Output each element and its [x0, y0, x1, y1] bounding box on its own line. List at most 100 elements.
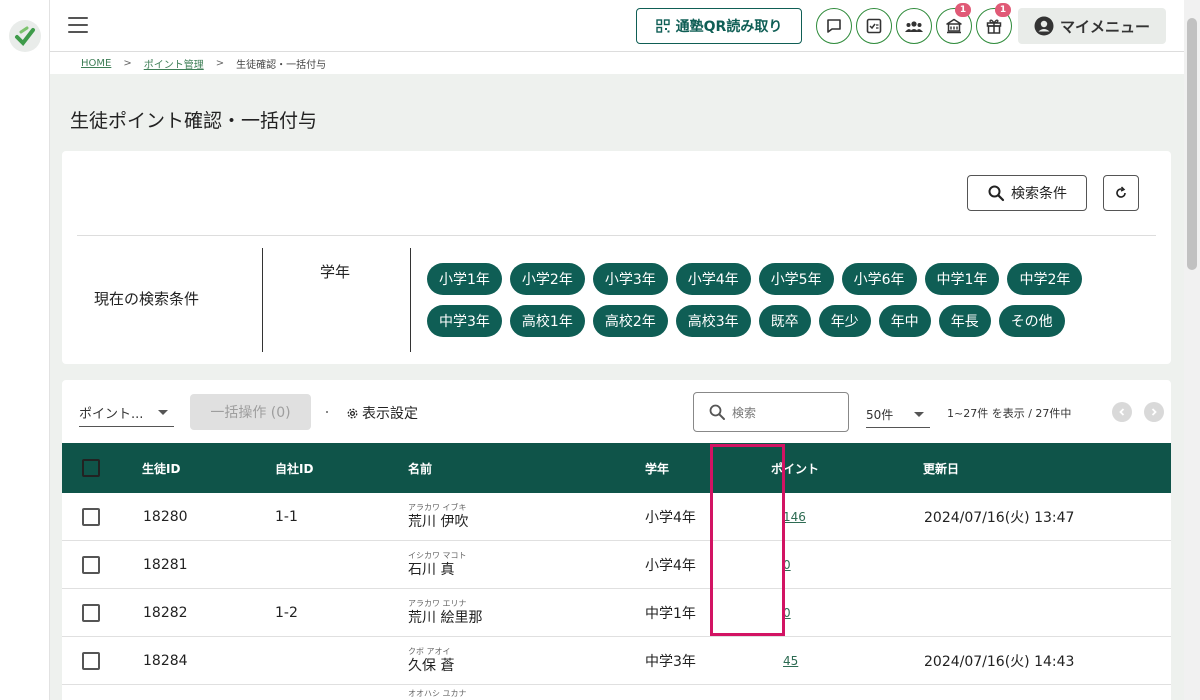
prev-page-button[interactable]	[1112, 402, 1132, 422]
checklist-button[interactable]	[856, 8, 892, 44]
breadcrumb: HOME > ポイント管理 > 生徒確認・一括付与	[50, 52, 1184, 74]
grade-chip[interactable]: 年長	[938, 305, 991, 337]
left-rail	[0, 0, 50, 700]
grade-chip[interactable]: 小学3年	[592, 263, 668, 295]
grade-chip[interactable]: 中学1年	[924, 263, 1000, 295]
grade-chip[interactable]: 中学2年	[1007, 263, 1083, 295]
table-row[interactable]: 18282 1-2 アラカワ エリナ 荒川 絵里那 中学1年 0	[62, 589, 1171, 637]
column-header-name[interactable]: 名前	[408, 443, 432, 493]
table-row[interactable]: 18280 1-1 アラカワ イブキ 荒川 伊吹 小学4年 146 2024/0…	[62, 493, 1171, 541]
divider	[262, 248, 263, 352]
grade-chip[interactable]: 年中	[878, 305, 931, 337]
grade-chip[interactable]: 小学5年	[758, 263, 834, 295]
breadcrumb-home-link[interactable]: HOME	[81, 58, 111, 69]
bulk-action-button[interactable]: 一括操作 (0)	[190, 394, 311, 430]
group-button[interactable]	[896, 8, 932, 44]
message-button[interactable]	[816, 8, 852, 44]
row-checkbox[interactable]	[82, 652, 100, 670]
menu-icon[interactable]	[68, 17, 88, 33]
search-icon	[709, 404, 725, 420]
grade-chip[interactable]: 高校2年	[592, 305, 668, 337]
search-conditions-button[interactable]: 検索条件	[967, 175, 1087, 211]
search-placeholder: 検索	[732, 405, 757, 420]
grade-chips: 小学1年 小学2年 小学3年 小学4年 小学5年 小学6年 中学1年 中学2年 …	[427, 263, 1107, 337]
student-grade: 小学4年	[645, 558, 696, 574]
my-menu-button[interactable]: マイメニュー	[1018, 8, 1166, 44]
grade-chip[interactable]: 小学2年	[509, 263, 585, 295]
breadcrumb-point-mgmt-link[interactable]: ポイント管理	[144, 56, 204, 71]
sort-select-value: ポイント...	[79, 407, 144, 422]
reset-button[interactable]	[1103, 175, 1139, 211]
points-link[interactable]: 45	[783, 654, 798, 668]
table-header: 生徒ID 自社ID 名前 学年 ポイント 更新日	[62, 443, 1171, 493]
student-name: アラカワ イブキ 荒川 伊吹	[408, 493, 468, 541]
qr-read-label: 通塾QR読み取り	[675, 19, 783, 35]
student-grade: 中学3年	[645, 654, 696, 670]
student-name: クボ アオイ 久保 蒼	[408, 637, 454, 685]
checklist-icon	[866, 18, 882, 34]
per-page-select[interactable]: 50件	[866, 402, 930, 428]
student-name-kana: アラカワ イブキ	[408, 503, 467, 512]
points-link[interactable]: 146	[783, 510, 806, 524]
student-id: 18284	[143, 653, 188, 669]
search-input[interactable]: 検索	[693, 392, 849, 432]
sort-select[interactable]: ポイント...	[79, 399, 174, 427]
grade-chip[interactable]: その他	[998, 305, 1065, 337]
school-icon	[946, 18, 962, 34]
student-name-kanji: 久保 蒼	[408, 658, 455, 674]
table-row[interactable]: 18284 クボ アオイ 久保 蒼 中学3年 45 2024/07/16(火) …	[62, 637, 1171, 685]
grade-chip[interactable]: 高校1年	[509, 305, 585, 337]
column-header-updated[interactable]: 更新日	[923, 443, 959, 493]
breadcrumb-separator: >	[123, 57, 132, 69]
grade-chip[interactable]: 小学6年	[841, 263, 917, 295]
student-name-kanji: 石川 真	[408, 562, 455, 578]
per-page-value: 50件	[866, 408, 894, 422]
scrollbar-thumb[interactable]	[1187, 18, 1197, 270]
select-all-checkbox[interactable]	[82, 459, 100, 477]
separator-dot	[326, 411, 328, 413]
qr-read-button[interactable]: 通塾QR読み取り	[636, 8, 802, 44]
points-link[interactable]: 0	[783, 606, 791, 620]
student-id: 18281	[143, 557, 188, 573]
school-button[interactable]: 1	[936, 3, 972, 44]
grade-chip[interactable]: 年少	[818, 305, 871, 337]
student-name-kana: アラカワ エリナ	[408, 599, 467, 608]
app-logo-icon[interactable]	[9, 20, 41, 52]
grade-chip[interactable]: 既卒	[758, 305, 811, 337]
grade-chip[interactable]: 小学1年	[427, 263, 502, 295]
school-badge: 1	[955, 3, 971, 17]
row-checkbox[interactable]	[82, 604, 100, 622]
student-id: 18282	[143, 605, 188, 621]
student-name: アラカワ エリナ 荒川 絵里那	[408, 589, 482, 637]
top-header: 通塾QR読み取り 1 1 マイメニュー	[50, 0, 1184, 52]
student-grade: 中学1年	[645, 606, 696, 622]
search-icon	[988, 185, 1005, 202]
grade-chip[interactable]: 小学4年	[675, 263, 751, 295]
gift-button[interactable]: 1	[976, 3, 1012, 44]
row-checkbox[interactable]	[82, 508, 100, 526]
grade-chip[interactable]: 高校3年	[675, 305, 751, 337]
divider	[77, 235, 1156, 236]
points-link[interactable]: 0	[783, 558, 791, 572]
next-page-button[interactable]	[1144, 402, 1164, 422]
page-scrollbar[interactable]	[1184, 0, 1200, 700]
page-title: 生徒ポイント確認・一括付与	[70, 110, 318, 132]
search-conditions-card: 検索条件 現在の検索条件 学年 小学1年 小学2年 小学3年 小学4年 小学5年…	[62, 151, 1171, 364]
company-id: 1-1	[275, 509, 298, 525]
gift-badge: 1	[995, 3, 1011, 17]
column-header-points[interactable]: ポイント	[771, 443, 819, 493]
display-settings-button[interactable]: 表示設定	[346, 403, 418, 423]
column-header-student-id[interactable]: 生徒ID	[142, 443, 180, 493]
refresh-icon	[1116, 186, 1126, 198]
column-header-company-id[interactable]: 自社ID	[275, 443, 313, 493]
column-header-grade[interactable]: 学年	[645, 443, 669, 493]
student-name-kanji: 荒川 絵里那	[408, 610, 483, 626]
table-row[interactable]: 18281 イシカワ マコト 石川 真 小学4年 0	[62, 541, 1171, 589]
row-checkbox[interactable]	[82, 556, 100, 574]
message-icon	[827, 19, 841, 33]
group-icon	[905, 21, 923, 32]
grade-chip[interactable]: 中学3年	[427, 305, 502, 337]
breadcrumb-current: 生徒確認・一括付与	[236, 59, 327, 71]
account-icon	[1034, 16, 1054, 36]
table-row[interactable]: オオハシ ユカナ	[62, 685, 1171, 700]
